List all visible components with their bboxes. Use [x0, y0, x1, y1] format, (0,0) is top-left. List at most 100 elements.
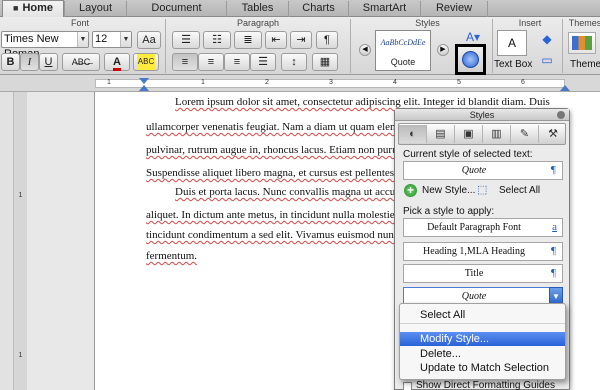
gallery-next-button[interactable]: ▶	[437, 44, 449, 56]
themes-button[interactable]	[568, 32, 596, 54]
styles-aa-icon: A▾	[465, 30, 481, 44]
bullet-list-icon: ☰	[181, 34, 191, 46]
current-style-label: Current style of selected text:	[403, 149, 533, 160]
chevron-down-icon[interactable]: ▼	[77, 32, 88, 47]
document-line[interactable]: Lorem ipsum dolor sit amet, consectetur …	[175, 96, 550, 108]
character-style-marker: a	[552, 221, 557, 233]
citations-tab-icon[interactable]: ▥	[483, 125, 511, 143]
toggle-styles-pane-button[interactable]	[455, 44, 486, 75]
text-box-button[interactable]: A	[497, 30, 527, 56]
close-icon[interactable]	[557, 111, 565, 119]
left-margin-strip	[0, 92, 14, 390]
chevron-down-icon[interactable]: ▼	[120, 32, 131, 47]
strikethrough-icon: A̶B̶C̶	[71, 57, 91, 67]
menu-item-modify-style[interactable]: Modify Style...	[400, 332, 565, 346]
align-left-button[interactable]: ≡	[172, 53, 198, 71]
tab-home[interactable]: ■ Home	[2, 0, 64, 18]
show-direct-formatting-checkbox[interactable]	[403, 382, 412, 390]
select-all-icon[interactable]: ⬚	[477, 183, 491, 197]
bullets-button[interactable]: ☰	[172, 31, 200, 49]
tab-smartart[interactable]: SmartArt	[348, 1, 420, 17]
document-line[interactable]: pulvinar, rutrum augue in, rhoncus lacus…	[146, 144, 435, 156]
horizontal-ruler[interactable]: 1 1 2 3 4 5 6	[0, 75, 600, 92]
shape-button[interactable]: ◆	[535, 32, 559, 50]
picture-button[interactable]: ▭	[535, 53, 559, 69]
vertical-ruler[interactable]: 1 1	[14, 92, 27, 390]
ruler-number: 3	[329, 79, 333, 86]
chevron-left-icon: ◀	[362, 46, 368, 53]
style-name: Quote	[390, 57, 416, 67]
styles-group-title: Styles	[415, 18, 440, 28]
align-right-button[interactable]: ≡	[224, 53, 250, 71]
select-all-button[interactable]: Select All	[499, 185, 540, 196]
tab-charts[interactable]: Charts	[288, 1, 348, 17]
separator	[165, 19, 166, 73]
right-indent-marker[interactable]	[560, 85, 570, 91]
font-color-button[interactable]: A	[104, 53, 130, 71]
tab-tables[interactable]: Tables	[226, 1, 288, 17]
borders-button[interactable]: ▦	[312, 53, 338, 71]
styles-panel-titlebar[interactable]: Styles	[395, 109, 569, 121]
document-line[interactable]: fermentum.	[146, 250, 197, 262]
style-gallery-quote[interactable]: AaBbCcDdEe Quote	[375, 30, 431, 71]
strikethrough-button[interactable]: A̶B̶C̶	[62, 53, 100, 71]
align-center-button[interactable]: ≡	[198, 53, 224, 71]
shape-icon: ◆	[542, 32, 552, 46]
font-group-title: Font	[70, 18, 89, 28]
styles-panel-title: Styles	[469, 110, 495, 120]
document-line[interactable]: tincidunt condimentum a sed elit. Vivamu…	[146, 229, 433, 241]
style-item-name: Heading 1,MLA Heading	[423, 246, 525, 257]
style-item-heading-1[interactable]: Heading 1,MLA Heading ¶	[403, 242, 563, 261]
tab-review[interactable]: Review	[420, 1, 488, 17]
line-spacing-button[interactable]: ↕	[281, 53, 307, 71]
numbering-button[interactable]: ☷	[203, 31, 231, 49]
vertical-ruler-number: 1	[18, 192, 23, 199]
tools-tab-icon[interactable]: ⚒	[539, 125, 567, 143]
multilevel-list-button[interactable]: ≣	[234, 31, 262, 49]
italic-button[interactable]: I	[20, 53, 39, 71]
separator	[350, 19, 351, 73]
bold-button[interactable]: B	[1, 53, 20, 71]
left-indent-marker[interactable]	[139, 85, 149, 91]
compatibility-tab-icon[interactable]: ✎	[511, 125, 539, 143]
font-color-icon: A	[113, 57, 121, 71]
insert-group-title: Insert	[518, 18, 542, 28]
styles-tab-icon[interactable]: ◐	[399, 125, 427, 143]
align-right-icon: ≡	[233, 56, 241, 68]
decrease-indent-button[interactable]: ⇤	[265, 31, 287, 49]
menu-item-update-to-match-selection[interactable]: Update to Match Selection	[400, 361, 565, 375]
pilcrow-icon: ¶	[324, 34, 330, 46]
increase-indent-button[interactable]: ⇥	[290, 31, 312, 49]
underline-button[interactable]: U	[39, 53, 58, 71]
font-size-combo[interactable]: 12 ▼	[92, 31, 132, 48]
text-box-label: Text Box	[494, 59, 533, 70]
menu-item-delete[interactable]: Delete...	[400, 347, 565, 361]
font-name-combo[interactable]: Times New Roman ▼	[1, 31, 89, 60]
tab-document-elements[interactable]: Document Elements	[126, 1, 226, 29]
numbered-list-icon: ☷	[212, 34, 222, 46]
show-formatting-button[interactable]: ¶	[316, 31, 338, 49]
themes-icon	[572, 36, 592, 50]
ribbon-tab-bar: ■Home Layout Document Elements Tables Ch…	[0, 0, 600, 29]
new-style-icon[interactable]: +	[404, 184, 417, 197]
style-context-menu: Select All Modify Style... Delete... Upd…	[399, 303, 566, 380]
reference-tools-tab-icon[interactable]: ▣	[455, 125, 483, 143]
decrease-indent-icon: ⇤	[271, 34, 281, 46]
first-line-indent-marker[interactable]	[139, 78, 149, 84]
scrapbook-tab-icon[interactable]: ▤	[427, 125, 455, 143]
document-line[interactable]: Suspendisse aliquet libero magna, et cur…	[146, 167, 424, 179]
style-item-default-paragraph-font[interactable]: Default Paragraph Font a	[403, 218, 563, 237]
tab-layout[interactable]: Layout	[64, 1, 126, 17]
toolbox-tabs: ◐ ▤ ▣ ▥ ✎ ⚒	[398, 123, 566, 145]
change-case-button[interactable]: Aa	[137, 31, 161, 49]
picture-icon: ▭	[541, 53, 553, 67]
paragraph-style-icon: ¶	[550, 164, 556, 176]
highlight-button[interactable]: ABC	[133, 53, 159, 71]
pick-style-label: Pick a style to apply:	[403, 206, 495, 217]
new-style-button[interactable]: New Style...	[422, 185, 475, 196]
justify-button[interactable]: ☰	[250, 53, 276, 71]
style-item-title[interactable]: Title ¶	[403, 264, 563, 283]
ruler-number: 6	[521, 79, 525, 86]
menu-item-select-all[interactable]: Select All	[400, 308, 565, 322]
gallery-prev-button[interactable]: ◀	[359, 44, 371, 56]
